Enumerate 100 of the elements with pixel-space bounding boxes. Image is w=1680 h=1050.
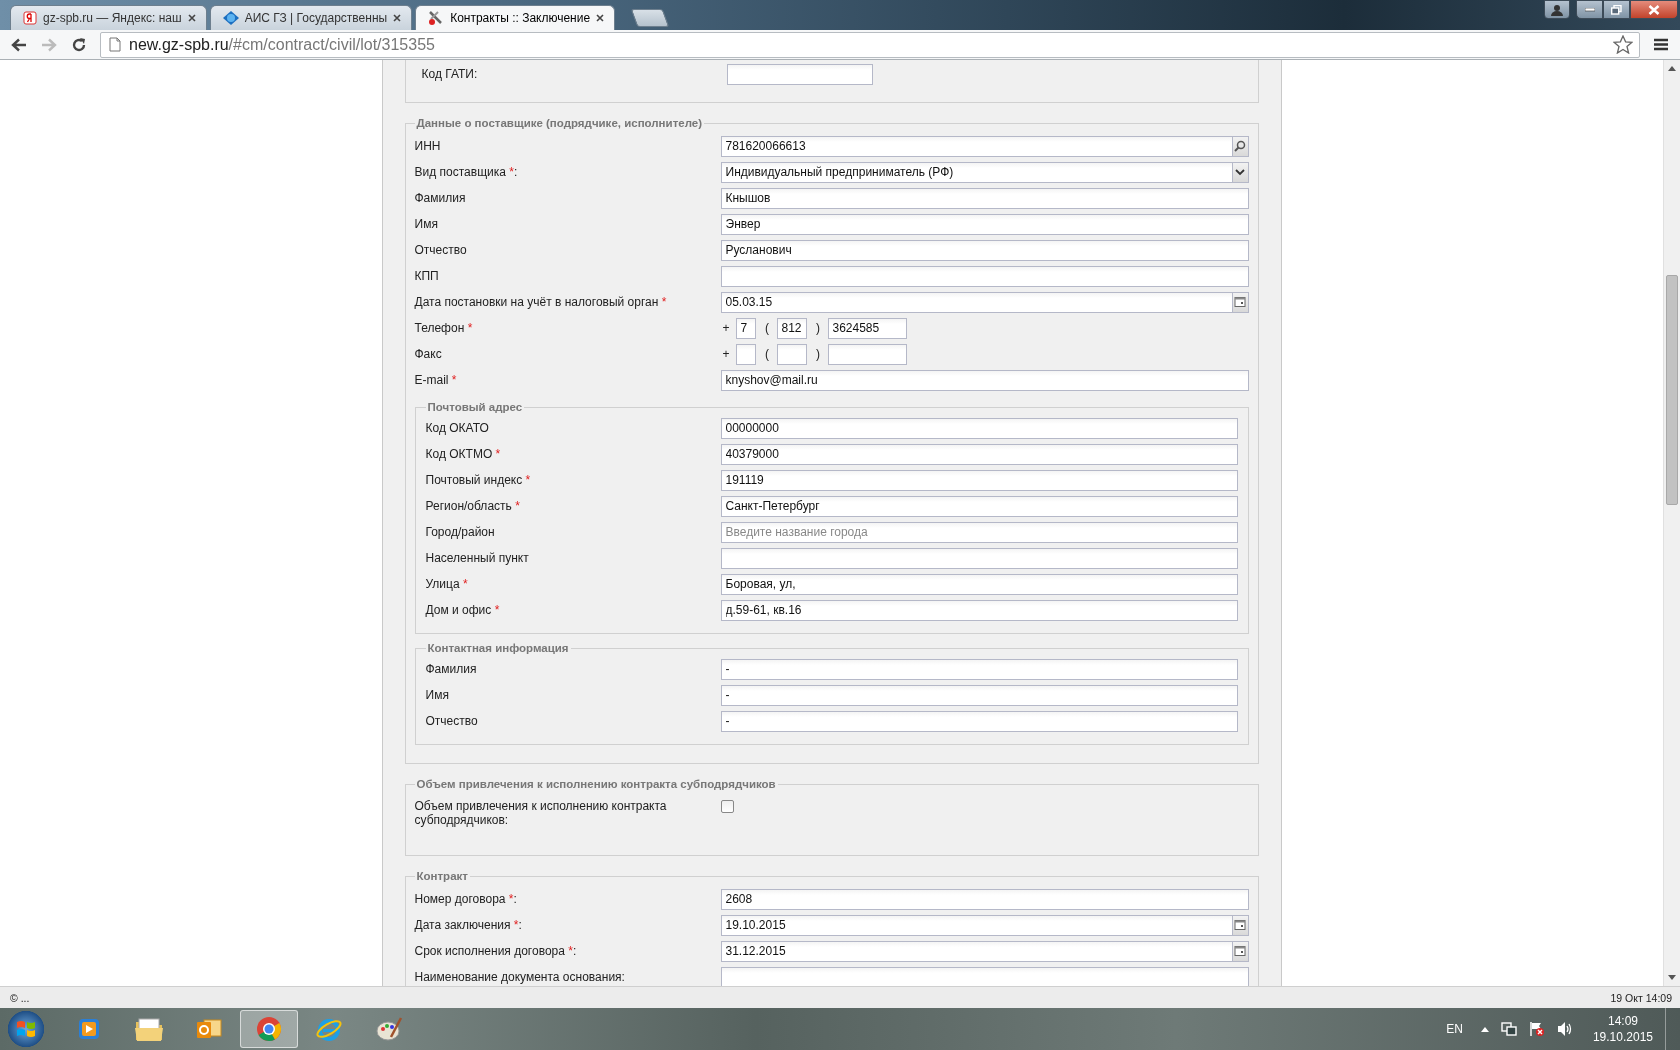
close-tab-button[interactable] — [187, 14, 196, 22]
text-field[interactable] — [720, 547, 1238, 569]
language-indicator[interactable]: EN — [1446, 1022, 1463, 1036]
text-field[interactable]: Боровая, ул, — [720, 573, 1238, 595]
text-field[interactable]: Кнышов — [720, 187, 1249, 209]
text-field[interactable] — [720, 265, 1249, 287]
page-icon — [109, 37, 121, 52]
text-field[interactable]: knyshov@mail.ru — [720, 369, 1249, 391]
back-arrow-icon — [11, 37, 27, 52]
text-field[interactable] — [726, 63, 873, 85]
text-field[interactable]: 00000000 — [720, 417, 1238, 439]
close-icon — [187, 14, 196, 22]
field-label: Номер договора *: — [414, 892, 518, 906]
country-code-field[interactable]: 7 — [735, 317, 756, 339]
field-label: Город/район — [425, 525, 496, 539]
search-icon — [1234, 140, 1246, 152]
profile-button[interactable] — [1544, 0, 1570, 19]
checkbox[interactable] — [720, 800, 734, 813]
flag-icon[interactable] — [1528, 1021, 1545, 1037]
text-field[interactable]: д.59-61, кв.16 — [720, 599, 1238, 621]
field-label: Дата заключения *: — [414, 918, 523, 932]
field-label: Дата постановки на учёт в налоговый орган * — [414, 295, 668, 309]
close-window-button[interactable] — [1630, 0, 1678, 19]
field-label: Отчество — [425, 714, 479, 728]
scroll-down-icon[interactable] — [1668, 975, 1676, 980]
tab-title: АИС ГЗ | Государственны — [244, 11, 388, 25]
phone-number-field[interactable] — [827, 343, 907, 365]
folder-icon — [134, 1016, 164, 1042]
text-field[interactable]: - — [720, 658, 1238, 680]
new-tab-button[interactable] — [630, 9, 670, 27]
field-label: Дом и офис * — [425, 603, 501, 617]
network-icon[interactable] — [1500, 1021, 1517, 1037]
field-label: Наименование документа основания: — [414, 970, 626, 984]
field-label: Код ОКТМО * — [425, 447, 502, 461]
subsection-title: Почтовый адрес — [426, 401, 524, 413]
field-label: Улица * — [425, 577, 469, 591]
field-label: ИНН — [414, 139, 442, 153]
text-field[interactable]: Введите название города — [720, 521, 1238, 543]
text-field[interactable]: 2608 — [720, 888, 1249, 910]
field-label: Регион/область * — [425, 499, 521, 513]
status-text: © ... — [10, 991, 30, 1004]
url-text: new.gz-spb.ru/#cm/contract/civil/lot/315355 — [129, 35, 435, 54]
text-field[interactable]: Энвер — [720, 213, 1249, 235]
status-datetime: 19 Окт 14:09 — [1610, 991, 1672, 1004]
browser-tab[interactable]: АИС ГЗ | Государственны — [209, 5, 413, 30]
forward-arrow-icon — [41, 37, 57, 52]
field-label: Отчество — [414, 243, 468, 257]
close-parenthesis: ) — [815, 321, 821, 335]
clock-date: 19.10.2015 — [1592, 1029, 1653, 1045]
close-tab-button[interactable] — [596, 14, 605, 22]
plus-sign: + — [721, 321, 731, 335]
restore-icon — [1611, 4, 1622, 15]
field-label: Фамилия — [414, 191, 467, 205]
show-hidden-icons-icon[interactable] — [1480, 1026, 1489, 1032]
close-tab-button[interactable] — [393, 14, 402, 22]
text-field[interactable]: - — [720, 710, 1238, 732]
minimize-button[interactable] — [1576, 0, 1603, 19]
calendar-icon — [1234, 945, 1246, 957]
browser-icon — [255, 1015, 283, 1043]
field-label: Вид поставщика *: — [414, 165, 519, 179]
dropdown-field[interactable]: Индивидуальный предприниматель (РФ) — [720, 161, 1232, 183]
date-field[interactable]: 31.12.2015 — [720, 940, 1232, 962]
star-icon[interactable] — [1613, 35, 1633, 54]
clock-time: 14:09 — [1607, 1013, 1638, 1029]
field-label: Имя — [425, 688, 450, 702]
scrollbar-thumb[interactable] — [1666, 275, 1678, 505]
scroll-up-icon[interactable] — [1668, 66, 1676, 71]
plus-sign: + — [721, 347, 731, 361]
open-parenthesis: ( — [764, 321, 770, 335]
date-field[interactable]: 19.10.2015 — [720, 914, 1232, 936]
taskbar-clock[interactable]: 14:09 19.10.2015 — [1592, 1013, 1653, 1045]
date-field[interactable]: 05.03.15 — [720, 291, 1232, 313]
field-label: Срок исполнения договора *: — [414, 944, 578, 958]
minimize-icon — [1584, 7, 1595, 12]
close-icon — [1648, 4, 1660, 15]
field-label: Имя — [414, 217, 439, 231]
text-field[interactable]: Санкт-Петербург — [720, 495, 1238, 517]
taskbar-button[interactable] — [240, 1010, 298, 1048]
search-field[interactable]: 781620066613 — [720, 135, 1232, 157]
speaker-icon[interactable] — [1556, 1021, 1573, 1037]
text-field[interactable] — [720, 966, 1249, 986]
text-field[interactable]: 40379000 — [720, 443, 1238, 465]
browser-tab[interactable]: gz-spb.ru — Яндекс: наш — [10, 5, 207, 30]
field-label: Код ГАТИ: — [421, 67, 479, 81]
area-code-field[interactable] — [776, 343, 807, 365]
text-field[interactable]: 191119 — [720, 469, 1238, 491]
country-code-field[interactable] — [735, 343, 756, 365]
area-code-field[interactable]: 812 — [776, 317, 807, 339]
scrollbar[interactable] — [1663, 60, 1680, 986]
address-bar[interactable]: new.gz-spb.ru/#cm/contract/civil/lot/315355 — [100, 31, 1640, 58]
open-parenthesis: ( — [764, 347, 770, 361]
field-label: Факс — [414, 347, 443, 361]
text-field[interactable]: - — [720, 684, 1238, 706]
text-field[interactable]: Русланович — [720, 239, 1249, 261]
browser-tab[interactable]: Контракты :: Заключение — [415, 5, 616, 30]
restore-button[interactable] — [1603, 0, 1630, 19]
field-label: КПП — [414, 269, 440, 283]
phone-number-field[interactable]: 3624585 — [827, 317, 907, 339]
close-parenthesis: ) — [815, 347, 821, 361]
menu-icon — [1654, 38, 1668, 51]
